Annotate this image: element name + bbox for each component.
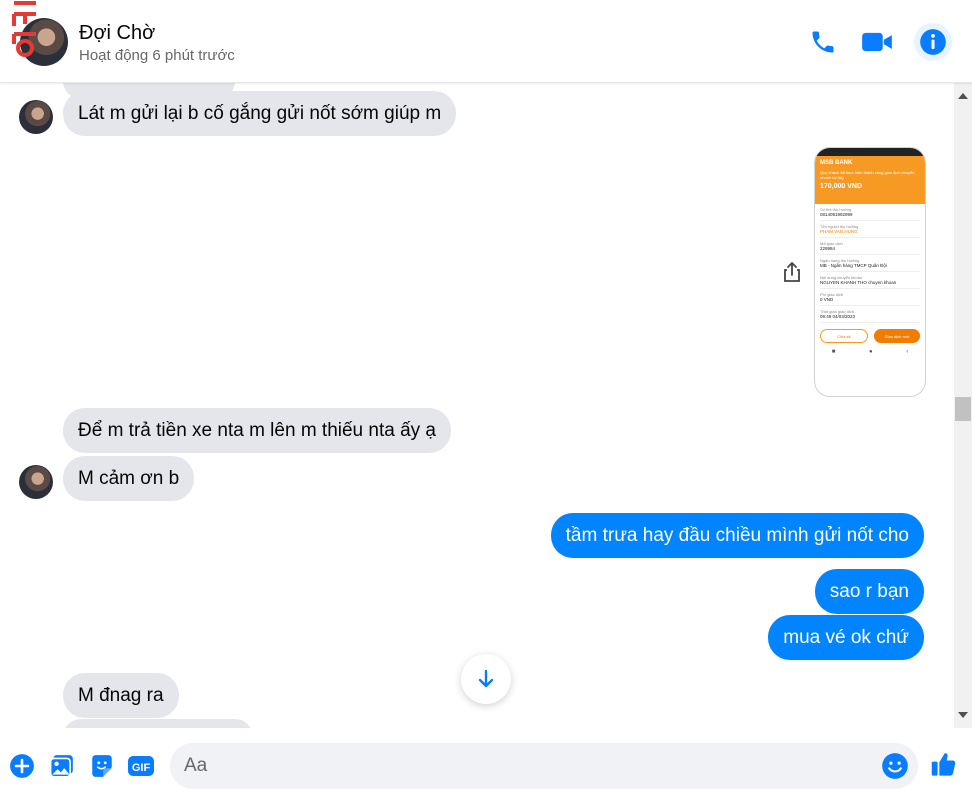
scroll-to-bottom-button[interactable] <box>461 654 511 704</box>
receipt-row-value: NGUYEN KHANH THO chuyen khoan <box>820 280 897 285</box>
video-camera-icon <box>862 32 892 52</box>
gif-button[interactable]: GIF <box>127 752 155 780</box>
phone-nav-bar: ■ ● ‹ <box>815 347 925 355</box>
receipt-row-value: 09:49 04/03/2023 <box>820 314 856 319</box>
receipt-amount: 170,000 VND <box>820 183 863 190</box>
contact-name[interactable]: Đợi Chờ <box>79 22 155 45</box>
voice-call-button[interactable] <box>807 26 839 58</box>
message-list[interactable]: Lát m gửi lại b cố gắng gửi nốt sớm giúp… <box>0 83 954 728</box>
message-bubble-out[interactable]: sao r bạn <box>814 569 924 614</box>
conversation-info-button[interactable] <box>914 23 952 61</box>
receipt-row-value: 0814091992999 <box>820 212 853 217</box>
receipt-row: Ngân hàng thụ hưởng MB - Ngân hàng TMCP Q… <box>820 255 920 272</box>
attach-photo-button[interactable] <box>48 752 76 780</box>
messenger-chat-window: Đợi Chờ Hoạt động 6 phút trước Lát m gửi… <box>0 0 972 802</box>
sender-avatar[interactable] <box>19 100 53 134</box>
scroll-thumb[interactable] <box>955 397 971 421</box>
receipt-row: Thời gian giao dịch 09:49 04/03/2023 <box>820 306 920 323</box>
message-bubble-out[interactable]: mua vé ok chứ <box>768 615 924 660</box>
message-input[interactable] <box>184 743 874 789</box>
photo-gallery-icon <box>49 755 73 778</box>
share-attachment-button[interactable] <box>780 260 804 284</box>
recent-apps-icon: ■ <box>831 349 836 355</box>
info-icon <box>920 29 946 55</box>
receipt-row: Số thẻ thụ hưởng 0814091992999 <box>820 204 920 221</box>
chat-header: Đợi Chờ Hoạt động 6 phút trước <box>0 4 972 83</box>
video-call-button[interactable] <box>861 26 893 58</box>
plus-circle-icon <box>10 754 34 778</box>
message-bubble-in[interactable]: Lát m gửi lại b cố gắng gửi nốt sớm giúp… <box>63 91 457 136</box>
gif-icon: GIF <box>128 756 154 776</box>
receipt-row: Nội dung chuyển khoản NGUYEN KHANH THO ch… <box>820 272 920 289</box>
receipt-header: MSB BANK Quý khách đã thực hiện thành cô… <box>815 156 925 204</box>
gif-label: GIF <box>132 762 151 774</box>
receipt-description: Quý khách đã thực hiện thành công giao d… <box>820 170 915 180</box>
arrow-down-icon <box>478 669 494 688</box>
emoji-button[interactable] <box>881 752 909 780</box>
phone-icon <box>812 31 834 53</box>
send-like-button[interactable] <box>930 750 958 778</box>
receipt-row: Mã giao dịch 229984 <box>820 238 920 255</box>
home-icon: ● <box>868 349 873 355</box>
message-composer: GIF <box>0 728 972 802</box>
scroll-down-arrow[interactable] <box>958 712 968 718</box>
image-attachment[interactable]: MSB BANK Quý khách đã thực hiện thành cô… <box>814 147 926 397</box>
sticker-button[interactable] <box>88 752 116 780</box>
receipt-row-value: PHAM VAN HUNG <box>820 229 858 234</box>
thumbs-up-icon <box>931 753 956 776</box>
contact-status: Hoạt động 6 phút trước <box>79 47 235 64</box>
sticker-icon <box>92 755 112 777</box>
receipt-row-value: MB - Ngân hàng TMCP Quân Đội <box>820 263 887 268</box>
more-actions-button[interactable] <box>8 752 36 780</box>
corner-watermark <box>12 1 36 57</box>
message-list-scrollbar[interactable] <box>954 83 972 728</box>
receipt-actions: Chia sẻ Giao dịch mới <box>815 323 925 347</box>
phone-status-bar <box>815 148 925 156</box>
message-bubble-out[interactable]: tầm trưa hay đầu chiều mình gửi nốt cho <box>550 513 924 558</box>
receipt-rows: Số thẻ thụ hưởng 0814091992999 Tên người t… <box>815 204 925 323</box>
message-bubble-in[interactable]: M cảm ơn b <box>63 456 195 501</box>
receipt-row-value: 229984 <box>820 246 836 251</box>
receipt-new-transaction-button: Giao dịch mới <box>874 329 920 343</box>
message-bubble-in[interactable]: Để m trả tiền xe nta m lên m thiếu nta ấ… <box>63 408 452 453</box>
receipt-row: Tên người thụ hưởng PHAM VAN HUNG <box>820 221 920 238</box>
receipt-share-button: Chia sẻ <box>820 329 868 343</box>
receipt-row: Phí giao dịch 0 VND <box>820 289 920 306</box>
message-bubble-in[interactable]: M đnag ra <box>63 673 179 718</box>
next-message-bubble[interactable] <box>63 719 253 728</box>
smiley-icon <box>882 753 908 779</box>
sender-avatar[interactable] <box>19 465 53 499</box>
back-icon: ‹ <box>906 349 909 355</box>
share-icon <box>784 261 800 282</box>
message-input-box[interactable] <box>170 743 918 789</box>
bank-logo: MSB BANK <box>820 160 853 166</box>
receipt-row-value: 0 VND <box>820 297 834 302</box>
scroll-up-arrow[interactable] <box>958 93 968 99</box>
